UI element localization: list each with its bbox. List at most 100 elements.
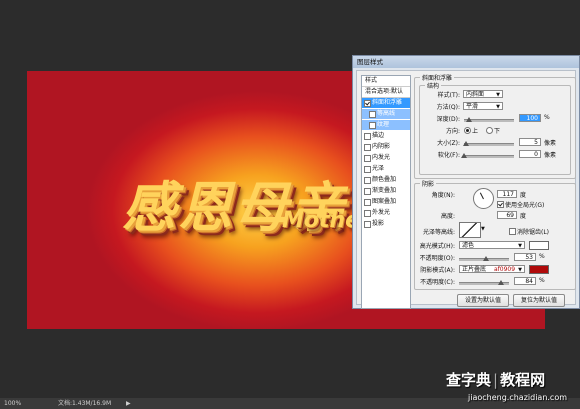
shadow-mode-select[interactable]: 正片叠底 af0909 ▼ <box>459 265 525 273</box>
global-light-label: 使用全局光(G) <box>505 202 545 209</box>
style-item-bevel-emboss[interactable]: 斜面和浮雕 <box>362 98 410 108</box>
shadow-opacity-input[interactable]: 84 <box>514 277 536 285</box>
angle-input[interactable]: 117 <box>497 190 517 198</box>
style-item-inner-shadow[interactable]: 内阴影 <box>362 142 410 152</box>
highlight-color-swatch[interactable] <box>529 241 549 250</box>
altitude-input[interactable]: 69 <box>497 211 517 219</box>
bevel-emboss-group: 斜面和浮雕 结构 样式(T): 内斜面 ▼ 方法(Q): 平滑 ▼ 深度(D): 1… <box>414 73 576 179</box>
reset-default-button[interactable]: 复位为默认值 <box>513 294 565 307</box>
set-default-button[interactable]: 设置为默认值 <box>457 294 509 307</box>
checkbox[interactable] <box>364 210 371 217</box>
shading-group: 阴影 角度(N): 117 度 使用全局光(G) 高度: 69 度 光泽等高线:… <box>414 179 576 290</box>
dialog-body: 样式 混合选项:默认 斜面和浮雕 等高线 纹理 描边 内阴影 内发光 光泽 颜色… <box>356 70 576 309</box>
gloss-contour-swatch[interactable] <box>459 222 481 238</box>
size-unit: 像素 <box>544 140 557 147</box>
soften-slider-knob[interactable] <box>461 153 467 158</box>
angle-dial[interactable] <box>473 188 494 209</box>
depth-input[interactable]: 100 <box>519 114 541 122</box>
checkbox[interactable] <box>364 133 371 140</box>
shading-title: 阴影 <box>420 179 437 188</box>
checkbox[interactable] <box>364 155 371 162</box>
soften-unit: 像素 <box>544 152 557 159</box>
styles-list: 样式 混合选项:默认 斜面和浮雕 等高线 纹理 描边 内阴影 内发光 光泽 颜色… <box>361 75 411 309</box>
style-item-stroke[interactable]: 描边 <box>362 131 410 141</box>
checkbox[interactable] <box>364 199 371 206</box>
layer-style-dialog: 图层样式 样式 混合选项:默认 斜面和浮雕 等高线 纹理 描边 内阴影 内发光 … <box>352 55 580 309</box>
technique-label: 方法(Q): <box>436 104 460 111</box>
shadow-opacity-label: 不透明度(C): <box>420 279 455 286</box>
checkbox[interactable] <box>364 144 371 151</box>
chevron-down-icon: ▼ <box>496 92 500 98</box>
checkbox[interactable] <box>364 188 371 195</box>
soften-input[interactable]: 0 <box>519 150 541 158</box>
direction-up-radio[interactable] <box>464 127 471 134</box>
chevron-down-icon: ▼ <box>496 104 500 110</box>
styles-header[interactable]: 样式 <box>362 76 410 87</box>
zoom-level[interactable]: 100% <box>4 398 21 409</box>
checkbox[interactable] <box>364 221 371 228</box>
watermark-site: 查字典 <box>446 371 492 389</box>
shadow-opacity-slider[interactable] <box>459 280 509 285</box>
checkbox[interactable] <box>364 100 371 107</box>
shadow-opacity-knob[interactable] <box>498 280 504 285</box>
gloss-contour-label: 光泽等高线: <box>422 229 455 236</box>
blend-options-item[interactable]: 混合选项:默认 <box>362 87 410 98</box>
technique-select[interactable]: 平滑 ▼ <box>463 102 503 110</box>
watermark-url: jiaocheng.chazidian.com <box>468 393 568 402</box>
highlight-opacity-knob[interactable] <box>482 256 489 261</box>
highlight-opacity-unit: % <box>539 253 545 260</box>
chevron-down-icon: ▼ <box>518 243 522 249</box>
structure-title: 结构 <box>425 81 442 90</box>
style-item-contour[interactable]: 等高线 <box>362 109 410 119</box>
status-menu-arrow-icon[interactable]: ▶ <box>126 398 131 409</box>
global-light-checkbox[interactable] <box>497 201 504 208</box>
direction-up-label: 上 <box>472 128 479 135</box>
shadow-mode-label: 阴影模式(A): <box>420 267 455 274</box>
style-item-satin[interactable]: 光泽 <box>362 164 410 174</box>
soften-slider[interactable] <box>461 153 514 158</box>
style-item-drop-shadow[interactable]: 投影 <box>362 219 410 229</box>
style-item-pattern-overlay[interactable]: 图案叠加 <box>362 197 410 207</box>
chevron-down-icon[interactable]: ▼ <box>481 226 485 232</box>
soften-label: 软化(F): <box>437 152 460 159</box>
highlight-opacity-input[interactable]: 53 <box>514 253 536 261</box>
angle-unit: 度 <box>520 192 527 199</box>
direction-label: 方向: <box>445 128 460 135</box>
structure-group: 结构 样式(T): 内斜面 ▼ 方法(Q): 平滑 ▼ 深度(D): 100 % 方… <box>419 81 571 175</box>
watermark-section: 教程网 <box>500 371 546 389</box>
bevel-style-select[interactable]: 内斜面 ▼ <box>463 90 503 98</box>
checkbox[interactable] <box>369 122 376 129</box>
angle-label: 角度(N): <box>431 192 455 199</box>
depth-label: 深度(D): <box>436 116 460 123</box>
depth-slider[interactable] <box>464 117 514 122</box>
style-label: 样式(T): <box>437 92 460 99</box>
altitude-unit: 度 <box>520 213 527 220</box>
checkbox[interactable] <box>364 177 371 184</box>
style-item-gradient-overlay[interactable]: 渐变叠加 <box>362 186 410 196</box>
depth-slider-knob[interactable] <box>466 117 472 122</box>
size-slider[interactable] <box>462 141 514 146</box>
highlight-opacity-slider[interactable] <box>459 256 509 261</box>
canvas-subtitle-text: Mothe <box>282 208 361 233</box>
checkbox[interactable] <box>364 166 371 173</box>
altitude-label: 高度: <box>440 213 455 220</box>
style-item-inner-glow[interactable]: 内发光 <box>362 153 410 163</box>
highlight-mode-select[interactable]: 滤色 ▼ <box>459 241 525 249</box>
antialias-label: 消除锯齿(L) <box>517 229 550 236</box>
chevron-down-icon: ▼ <box>518 267 522 273</box>
dialog-title: 图层样式 <box>353 56 579 68</box>
size-slider-knob[interactable] <box>462 141 469 146</box>
direction-down-label: 下 <box>494 128 501 135</box>
document-size: 文档:1.43M/16.9M <box>58 400 112 407</box>
depth-unit: % <box>544 114 550 121</box>
direction-down-radio[interactable] <box>486 127 493 134</box>
antialias-checkbox[interactable] <box>509 228 516 235</box>
style-item-texture[interactable]: 纹理 <box>362 120 410 130</box>
shadow-color-swatch[interactable] <box>529 265 549 274</box>
style-item-color-overlay[interactable]: 颜色叠加 <box>362 175 410 185</box>
size-input[interactable]: 5 <box>519 138 541 146</box>
style-item-outer-glow[interactable]: 外发光 <box>362 208 410 218</box>
checkbox[interactable] <box>369 111 376 118</box>
watermark-divider: | <box>493 371 499 389</box>
highlight-mode-label: 高光模式(H): <box>419 243 455 250</box>
